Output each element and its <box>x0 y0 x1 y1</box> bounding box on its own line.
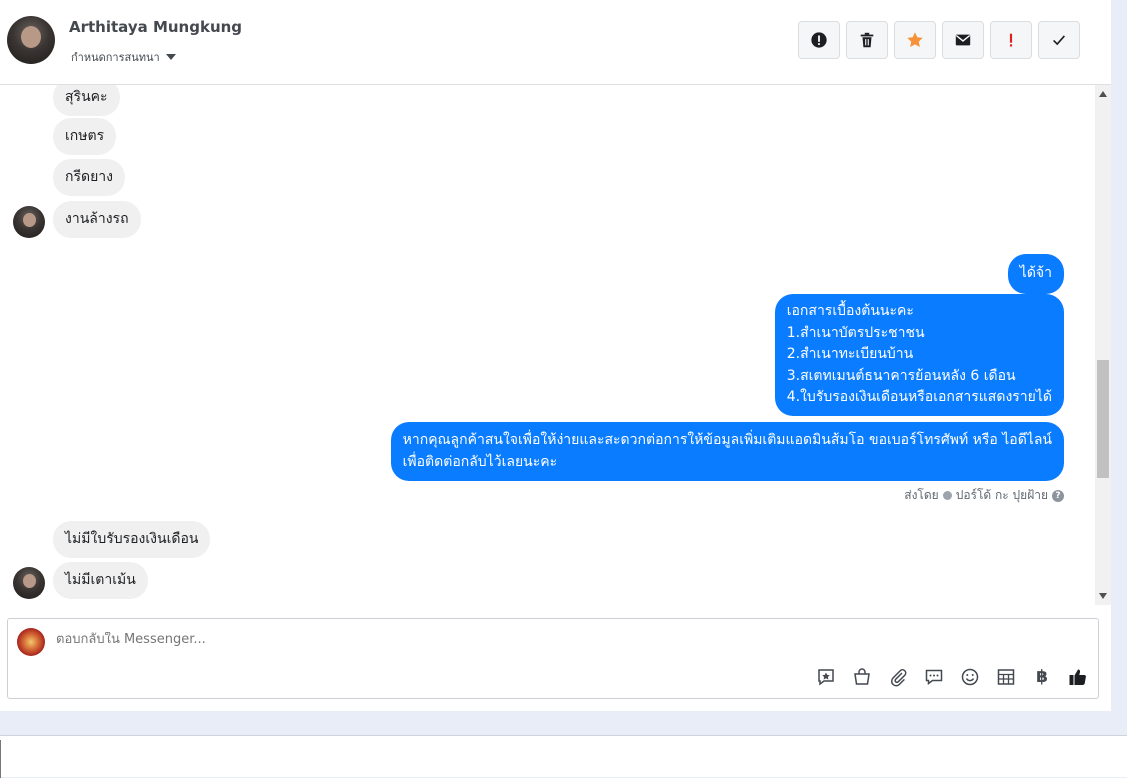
chat-bubble-icon <box>925 669 943 685</box>
message-line: ได้จ้า <box>1019 265 1052 281</box>
reply-composer: ฿ <box>7 618 1099 699</box>
conversation-panel: Arthitaya Mungkung กำหนดการสนทนา สุรินคะ… <box>0 0 1111 711</box>
conversation-header: Arthitaya Mungkung กำหนดการสนทนา <box>0 0 1111 85</box>
attach-button[interactable] <box>886 665 910 689</box>
flag-important-button[interactable] <box>990 21 1032 59</box>
scrollbar-thumb[interactable] <box>1097 360 1109 478</box>
message-line: เอกสารเบื้องต้นนะคะ <box>786 303 914 319</box>
contact-avatar[interactable] <box>7 16 55 64</box>
like-button[interactable] <box>1066 665 1090 689</box>
incoming-message: กรีดยาง <box>53 159 125 196</box>
quick-reply-button[interactable] <box>922 665 946 689</box>
outgoing-message: ได้จ้า <box>1007 254 1064 294</box>
caret-down-icon <box>165 54 176 60</box>
page-avatar <box>17 628 45 656</box>
reply-input[interactable] <box>56 632 756 647</box>
incoming-message: งานล้างรถ <box>53 201 141 238</box>
sent-by-label: ส่งโดย <box>904 488 939 502</box>
shop-bag-icon <box>854 668 870 685</box>
check-icon <box>1053 35 1066 46</box>
envelope-icon <box>955 34 971 46</box>
message-line: 3.สเตทเมนต์ธนาคารย้อนหลัง 6 เดือน <box>786 367 1016 384</box>
mark-spam-button[interactable] <box>798 21 840 59</box>
incoming-message: ไม่มีเตาเม้น <box>53 562 148 599</box>
exclamation-circle-icon <box>811 32 827 48</box>
message-line: 2.สำเนาทะเบียนบ้าน <box>786 346 914 362</box>
baht-icon: ฿ <box>1036 667 1048 687</box>
bottom-bar <box>0 735 1127 778</box>
star-icon <box>907 32 923 48</box>
contact-name[interactable]: Arthitaya Mungkung <box>69 18 242 36</box>
sent-by-name[interactable]: ปอร์โด้ กะ ปุยฝ้าย <box>956 486 1048 505</box>
outgoing-message: หากคุณลูกค้าสนใจเพื่อให้ง่ายและสะดวกต่อก… <box>390 422 1064 481</box>
table-icon <box>997 669 1015 685</box>
sender-avatar <box>13 567 45 599</box>
thumbs-up-icon <box>1069 669 1086 685</box>
sent-by-info: ส่งโดย ปอร์โด้ กะ ปุยฝ้าย ? <box>904 486 1064 505</box>
delete-button[interactable] <box>846 21 888 59</box>
appointment-button[interactable] <box>994 665 1018 689</box>
paperclip-icon <box>890 669 907 687</box>
message-line: หากคุณลูกค้าสนใจเพื่อให้ง่ายและสะดวกต่อก… <box>402 432 1052 448</box>
chat-scrollbar[interactable] <box>1095 85 1111 605</box>
message-thread[interactable]: สุรินคะ เกษตร กรีดยาง งานล้างรถ ได้จ้า เ… <box>0 85 1095 605</box>
mark-unread-button[interactable] <box>942 21 984 59</box>
saved-reply-button[interactable] <box>814 665 838 689</box>
outgoing-message: เอกสารเบื้องต้นนะคะ 1.สำเนาบัตรประชาชน 2… <box>774 294 1064 416</box>
saved-reply-icon <box>818 669 834 686</box>
incoming-message: สุรินคะ <box>53 85 120 116</box>
payment-button[interactable]: ฿ <box>1030 665 1054 689</box>
emoji-icon <box>961 668 979 686</box>
message-line: 1.สำเนาบัตรประชาชน <box>786 324 925 341</box>
scroll-up-icon[interactable] <box>1099 91 1107 97</box>
exclamation-icon <box>1009 33 1013 47</box>
verified-icon <box>942 491 952 500</box>
message-line: เพื่อติดต่อกลับไว้เลยนะคะ <box>402 453 558 470</box>
emoji-button[interactable] <box>958 665 982 689</box>
sender-avatar <box>13 206 45 238</box>
message-line: 4.ใบรับรองเงินเดือนหรือเอกสารแสดงรายได้ <box>786 389 1052 405</box>
header-actions <box>798 21 1080 59</box>
assign-label: กำหนดการสนทนา <box>71 51 160 64</box>
incoming-message: เกษตร <box>53 118 117 155</box>
assign-conversation-dropdown[interactable]: กำหนดการสนทนา <box>71 48 176 66</box>
help-icon[interactable]: ? <box>1052 489 1064 502</box>
trash-icon <box>860 32 874 48</box>
composer-toolbar: ฿ <box>814 665 1090 689</box>
shop-button[interactable] <box>850 665 874 689</box>
scroll-down-icon[interactable] <box>1099 593 1107 599</box>
star-button[interactable] <box>894 21 936 59</box>
mark-done-button[interactable] <box>1038 21 1080 59</box>
incoming-message: ไม่มีใบรับรองเงินเดือน <box>53 521 211 558</box>
